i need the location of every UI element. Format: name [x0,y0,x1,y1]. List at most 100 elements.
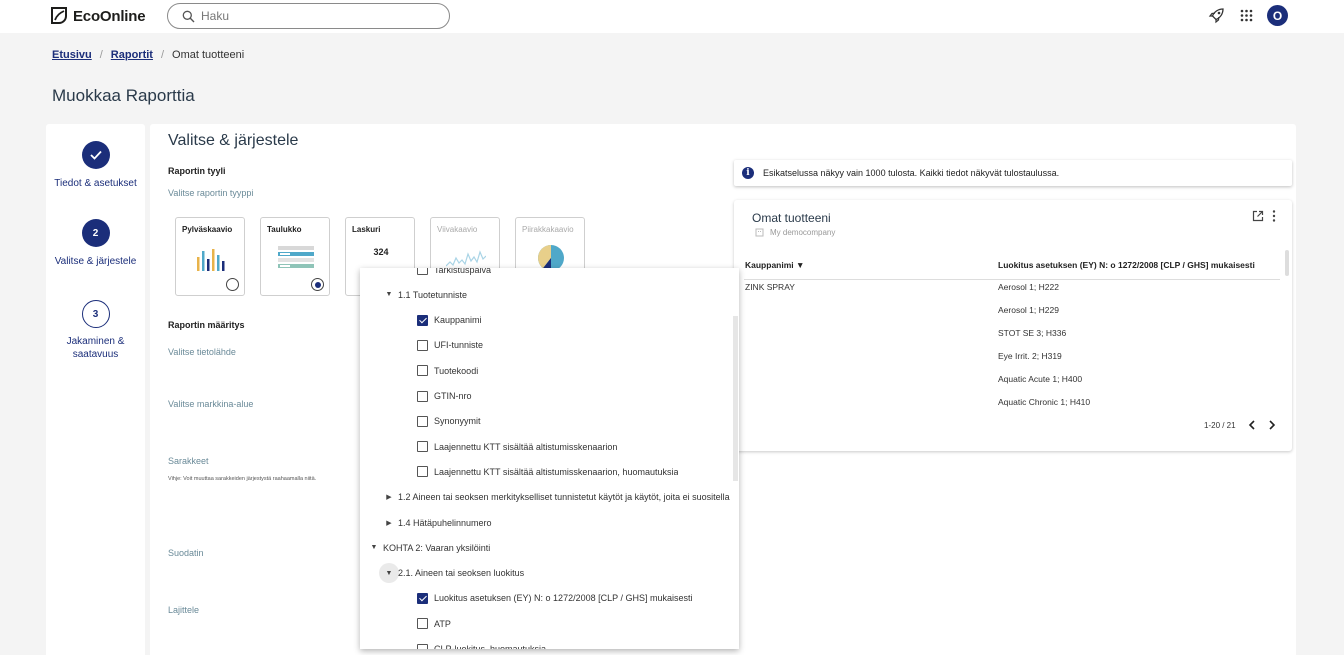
breadcrumb-separator: / [160,49,165,61]
column-checkbox[interactable] [417,339,428,351]
tree-item-label: Tuotekoodi [434,365,479,376]
caret-down-icon[interactable]: ▼ [385,291,393,299]
user-avatar[interactable]: O [1267,5,1288,26]
counter-value: 324 [373,247,389,257]
tree-group-row[interactable]: ▶ 1.4 Hätäpuhelinnumero [360,510,730,535]
tree-item-label: 2.1. Aineen tai seoksen luokitus [398,568,525,579]
type-name: Pylväskaavio [182,225,233,234]
tree-checkbox-row[interactable]: Luokitus asetuksen (EY) N: o 1272/2008 [… [360,586,730,611]
pagination-range: 1-20 / 21 [1204,420,1236,430]
caret-right-icon[interactable]: ▶ [385,493,393,501]
column-checkbox[interactable] [417,643,428,649]
tree-group-row[interactable]: ▼ KOHTA 2: Vaaran yksilöinti [360,535,730,560]
step-done-circle [81,141,110,169]
tree-group-row[interactable]: ▼ 1.1 Tuotetunniste [360,282,730,307]
caret-down-icon[interactable]: ▼ [379,563,399,584]
tree-checkbox-row[interactable]: CLP-luokitus, huomautuksia [360,637,730,649]
tree-checkbox-row[interactable]: Synonyymit [360,409,730,434]
apps-grid-icon[interactable] [1240,9,1253,22]
rocket-icon[interactable] [1208,7,1225,24]
table-cell-product: ZINK SPRAY [745,282,795,292]
breadcrumb-reports-link[interactable]: Raportit [111,49,153,61]
preview-scrollbar[interactable] [1285,250,1289,276]
tree-checkbox-row[interactable]: Laajennettu KTT sisältää altistumisskena… [360,459,730,484]
table-cell-classification: Aquatic Chronic 1; H410 [998,397,1091,407]
top-bar: EcoOnline O [0,0,1344,33]
column-checkbox[interactable] [417,441,428,453]
caret-down-icon[interactable]: ▼ [370,544,378,552]
step-select-arrange[interactable]: 2 Valitse & järjestele [46,219,145,268]
breadcrumb: Etusivu / Raportit / Omat tuotteeni [52,49,244,61]
chevron-left-icon[interactable] [1248,420,1256,430]
tree-item-label: UFI-tunniste [434,340,484,351]
columns-hint: Vihje: Voit muuttaa sarakkeiden järjesty… [168,476,317,482]
check-icon [89,150,102,160]
tree-group-row[interactable]: ▶ 1.2 Aineen tai seoksen merkitykselliset… [360,485,730,510]
step-number: 3 [81,300,110,328]
table-cell-classification: Aerosol 1; H222 [998,282,1059,292]
table-cell-classification: Aerosol 1; H229 [998,305,1059,315]
column-checkbox[interactable] [417,618,428,630]
column-checkbox[interactable] [417,415,428,427]
brand-logo[interactable]: EcoOnline [49,6,146,26]
table-cell-classification: Eye Irrit. 2; H319 [998,351,1062,361]
step-label: Valitse & järjestele [54,256,137,267]
table-cell-classification: Aquatic Acute 1; H400 [998,374,1083,384]
report-preview: Omat tuotteeni My democompany Kauppanimi… [734,200,1292,451]
tree-item-label: Laajennettu KTT sisältää altistumisskena… [434,466,679,477]
tree-checkbox-row[interactable]: UFI-tunniste [360,333,730,358]
report-style-label: Raportin tyyli [168,166,226,176]
column-checkbox[interactable] [417,365,428,377]
open-external-icon[interactable] [1252,210,1264,222]
column-checkbox[interactable] [417,314,428,326]
column-header-trade-name[interactable]: Kauppanimi ▼ [745,260,804,270]
tree-group-row[interactable]: ▼ 2.1. Aineen tai seoksen luokitus [360,561,730,586]
sort-label: Lajittele [168,605,200,615]
table-cell-classification: STOT SE 3; H336 [998,328,1067,338]
column-checkbox[interactable] [417,268,428,275]
company-name: My democompany [770,228,836,237]
tree-checkbox-row[interactable]: Tuotekoodi [360,358,730,383]
type-card-table[interactable]: Taulukko [260,217,330,296]
tree-item-label: 1.1 Tuotetunniste [398,289,468,300]
type-name: Viivakaavio [437,225,478,234]
info-icon: i [742,167,754,179]
report-type-sublabel: Valitse raportin tyyppi [168,188,254,198]
type-name: Laskuri [352,225,381,234]
caret-right-icon[interactable]: ▶ [385,519,393,527]
preview-table-header: Kauppanimi ▼ Luokitus asetuksen (EY) N: … [744,258,1280,280]
column-checkbox[interactable] [417,592,428,604]
breadcrumb-home-link[interactable]: Etusivu [52,49,92,61]
column-checkbox[interactable] [417,390,428,402]
step-sharing[interactable]: 3 Jakaminen & saatavuus [46,300,145,361]
tree-item-label: Synonyymit [434,416,481,427]
tree-checkbox-row[interactable]: ATP [360,611,730,636]
tree-item-label: Laajennettu KTT sisältää altistumisskena… [434,441,618,452]
tree-checkbox-row[interactable]: Laajennettu KTT sisältää altistumisskena… [360,434,730,459]
search-icon [182,10,195,23]
table-thumbnail-icon [261,240,331,276]
dropdown-scrollbar[interactable] [733,316,738,481]
column-header-classification[interactable]: Luokitus asetuksen (EY) N: o 1272/2008 [… [998,260,1255,270]
type-card-bar-chart[interactable]: Pylväskaavio [175,217,245,296]
more-vertical-icon[interactable] [1272,210,1276,222]
columns-label: Sarakkeet [168,456,209,466]
wizard-stepper: Tiedot & asetukset 2 Valitse & järjestel… [46,124,145,655]
tree-item-label: KOHTA 2: Vaaran yksilöinti [383,542,491,553]
market-label: Valitse markkina-alue [168,399,254,409]
preview-pagination: 1-20 / 21 [1204,420,1276,430]
info-text: Esikatselussa näkyy vain 1000 tulosta. K… [763,168,1060,178]
preview-actions [1252,210,1276,222]
ecoonline-logo-icon [51,7,67,24]
step-details[interactable]: Tiedot & asetukset [46,141,145,190]
type-name: Taulukko [267,225,302,234]
column-checkbox[interactable] [417,466,428,478]
tree-checkbox-row[interactable]: GTIN-nro [360,384,730,409]
type-radio[interactable] [226,278,239,291]
tree-checkbox-row[interactable]: Kauppanimi [360,308,730,333]
tree-checkbox-row[interactable]: Tarkistuspäivä [360,268,730,282]
chevron-right-icon[interactable] [1268,420,1276,430]
search-input[interactable] [201,8,441,24]
type-radio[interactable] [311,278,324,291]
search-box[interactable] [167,3,450,29]
